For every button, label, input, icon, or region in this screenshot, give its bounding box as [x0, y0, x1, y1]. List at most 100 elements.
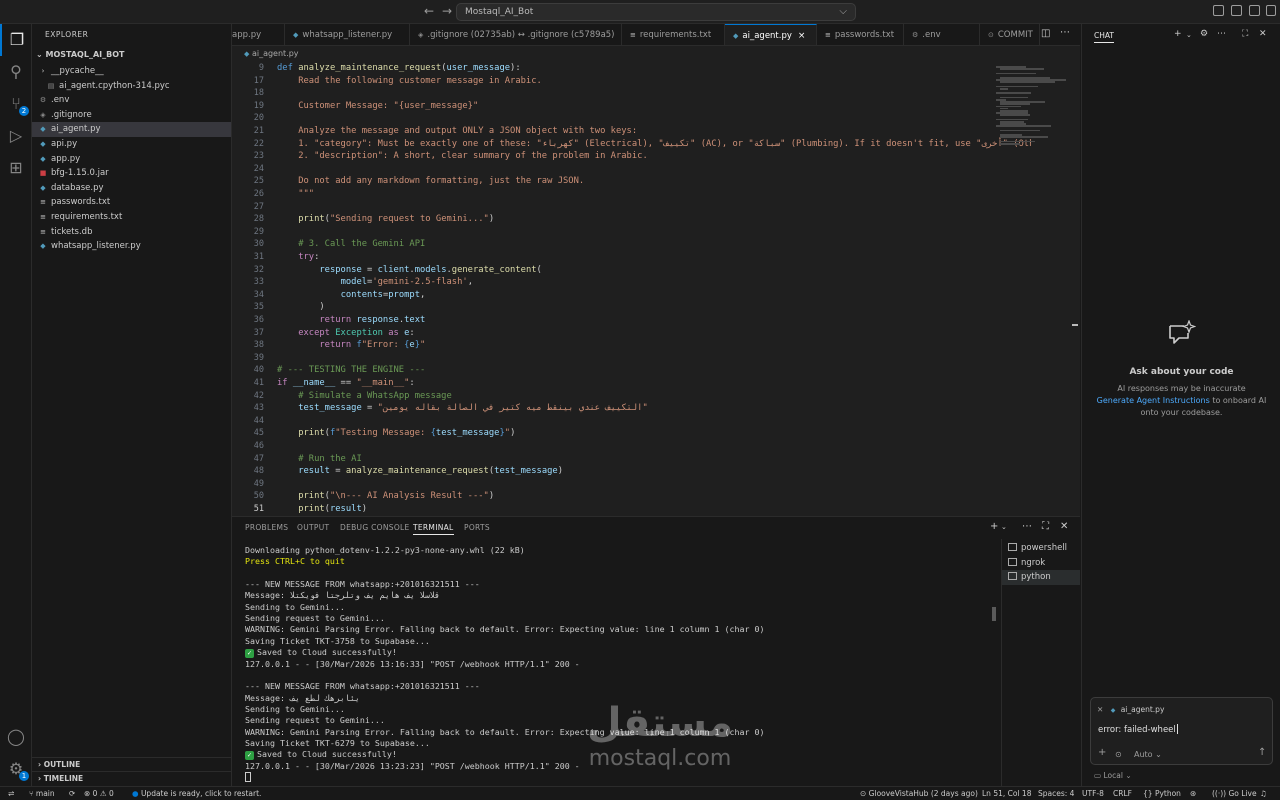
- terminal-dropdown-icon[interactable]: ⌄: [1001, 523, 1007, 531]
- code-line[interactable]: test_message = "التكييف عندي بينقط ميه ك…: [277, 402, 648, 415]
- mode-picker[interactable]: Auto ⌄: [1134, 750, 1162, 759]
- chat-input-box[interactable]: ✕ ◆ ai_agent.py error: failed-wheel + ⊙ …: [1090, 697, 1273, 765]
- toggle-secondary-sidebar-icon[interactable]: [1249, 5, 1260, 16]
- run-debug-icon[interactable]: ▷: [0, 120, 32, 152]
- copilot-icon[interactable]: ⊛: [1190, 789, 1196, 798]
- editor-tab[interactable]: ≡ requirements.txt: [622, 24, 725, 45]
- chat-title[interactable]: CHAT: [1094, 31, 1115, 43]
- code-line[interactable]: 2. "description": A short, clear summary…: [277, 150, 648, 163]
- indentation[interactable]: Spaces: 4: [1038, 789, 1074, 798]
- maximize-chat-icon[interactable]: ⛶: [1242, 29, 1248, 39]
- send-arrow-icon[interactable]: ↑: [1258, 747, 1266, 758]
- code-line[interactable]: contents=prompt,: [277, 289, 426, 302]
- editor-tab[interactable]: app.py: [232, 24, 285, 45]
- code-line[interactable]: Analyze the message and output ONLY a JS…: [277, 125, 637, 138]
- sync-icon[interactable]: ⟳: [69, 789, 75, 798]
- breadcrumb[interactable]: ◆ ai_agent.py: [232, 46, 1080, 62]
- tools-icon[interactable]: ⊙: [1115, 750, 1122, 759]
- code-line[interactable]: """: [277, 188, 314, 201]
- split-editor-icon[interactable]: ◫: [1041, 28, 1050, 39]
- add-context-icon[interactable]: +: [1098, 747, 1106, 758]
- file-item[interactable]: ◆ app.py: [32, 152, 231, 167]
- code-line[interactable]: ): [277, 301, 324, 314]
- close-tab-icon[interactable]: ×: [798, 31, 806, 41]
- notifications-bell-icon[interactable]: ♫: [1260, 789, 1267, 798]
- panel-tab[interactable]: DEBUG CONSOLE: [340, 523, 410, 532]
- code-content[interactable]: def analyze_maintenance_request(user_mes…: [277, 62, 1032, 516]
- extensions-icon[interactable]: ⊞: [0, 152, 32, 184]
- code-line[interactable]: # Run the AI: [277, 453, 362, 466]
- chat-toggle-icon[interactable]: ⌵: [839, 6, 847, 17]
- context-chip[interactable]: ✕ ◆ ai_agent.py: [1097, 704, 1164, 716]
- editor-tab[interactable]: ⊙ COMMIT: [980, 24, 1040, 45]
- code-line[interactable]: 1. "category": Must be exactly one of th…: [277, 138, 1032, 151]
- timeline-section[interactable]: › TIMELINE: [32, 771, 232, 785]
- manage-gear-icon[interactable]: ⚙ 1: [0, 753, 32, 785]
- encoding[interactable]: UTF-8: [1082, 789, 1104, 798]
- project-root[interactable]: ⌄ MOSTAQL_AI_BOT: [32, 46, 231, 64]
- code-line[interactable]: print("Sending request to Gemini..."): [277, 213, 494, 226]
- code-line[interactable]: print("\n--- AI Analysis Result ---"): [277, 490, 494, 503]
- terminal-output[interactable]: Downloading python_dotenv-1.2.2-py3-none…: [245, 545, 990, 787]
- editor-tab[interactable]: ◈ .gitignore (02735ab) ↔ .gitignore (c578…: [410, 24, 622, 45]
- session-location-picker[interactable]: ▭ Local ⌄: [1094, 771, 1132, 780]
- file-item[interactable]: › __pycache__: [32, 64, 231, 79]
- outline-section[interactable]: › OUTLINE: [32, 757, 232, 771]
- panel-tab[interactable]: TERMINAL: [413, 523, 454, 535]
- code-line[interactable]: response = client.models.generate_conten…: [277, 264, 541, 277]
- maximize-panel-icon[interactable]: ⛶: [1042, 521, 1049, 532]
- terminal-scrollbar[interactable]: [992, 607, 996, 621]
- chat-settings-icon[interactable]: ⚙: [1200, 29, 1208, 39]
- code-line[interactable]: if __name__ == "__main__":: [277, 377, 415, 390]
- code-line[interactable]: print(result): [277, 503, 367, 516]
- editor-tab[interactable]: ◆ ai_agent.py ×: [725, 24, 817, 45]
- code-line[interactable]: # --- TESTING THE ENGINE ---: [277, 364, 425, 377]
- file-item[interactable]: ▤ ai_agent.cpython-314.pyc: [32, 79, 231, 94]
- remote-icon[interactable]: ⇌: [8, 789, 14, 798]
- close-chat-icon[interactable]: ✕: [1259, 29, 1267, 39]
- update-notice[interactable]: ● Update is ready, click to restart.: [132, 789, 261, 798]
- language-mode[interactable]: {} Python: [1143, 789, 1181, 798]
- forward-arrow-icon[interactable]: →: [442, 4, 452, 18]
- code-line[interactable]: # 3. Call the Gemini API: [277, 238, 425, 251]
- code-line[interactable]: except Exception as e:: [277, 327, 415, 340]
- file-item[interactable]: ◆ database.py: [32, 181, 231, 196]
- file-item[interactable]: ≡ passwords.txt: [32, 195, 231, 210]
- git-blame[interactable]: ⊙ GlooveVistaHub (2 days ago): [860, 789, 978, 798]
- editor-tab[interactable]: ◆ whatsapp_listener.py: [285, 24, 410, 45]
- code-line[interactable]: result = analyze_maintenance_request(tes…: [277, 465, 563, 478]
- minimap[interactable]: [992, 62, 1072, 516]
- toggle-panel-icon[interactable]: [1231, 5, 1242, 16]
- chat-input-text[interactable]: error: failed-wheel: [1098, 724, 1178, 735]
- code-line[interactable]: return f"Error: {e}": [277, 339, 425, 352]
- terminal-instance[interactable]: python: [1002, 570, 1080, 585]
- code-line[interactable]: Do not add any markdown formatting, just…: [277, 175, 584, 188]
- terminal-instance[interactable]: powershell: [1002, 541, 1080, 556]
- terminal-instance[interactable]: ngrok: [1002, 556, 1080, 571]
- new-terminal-icon[interactable]: +: [990, 521, 998, 532]
- code-line[interactable]: def analyze_maintenance_request(user_mes…: [277, 62, 521, 75]
- editor-tab[interactable]: ≡ passwords.txt: [817, 24, 904, 45]
- toggle-sidebar-icon[interactable]: [1213, 5, 1224, 16]
- generate-instructions-link[interactable]: Generate Agent Instructions: [1097, 396, 1210, 405]
- source-control-icon[interactable]: ⑂ 2: [0, 88, 32, 120]
- code-line[interactable]: Read the following customer message in A…: [277, 75, 542, 88]
- code-editor[interactable]: 9 17 18 19 20 21 22 23 24 25 26 27 28 29 30 31 32 33 34 35 3…: [232, 62, 1080, 516]
- account-icon[interactable]: ◯: [0, 721, 32, 753]
- customize-layout-icon[interactable]: [1266, 5, 1276, 16]
- code-line[interactable]: try:: [277, 251, 319, 264]
- line-ending[interactable]: CRLF: [1113, 789, 1132, 798]
- file-item[interactable]: ◆ api.py: [32, 137, 231, 152]
- explorer-icon[interactable]: ❐: [0, 24, 32, 56]
- code-line[interactable]: model='gemini-2.5-flash',: [277, 276, 473, 289]
- panel-tab[interactable]: OUTPUT: [297, 523, 329, 532]
- close-panel-icon[interactable]: ✕: [1060, 521, 1068, 532]
- panel-more-icon[interactable]: ⋯: [1022, 521, 1032, 532]
- panel-tab[interactable]: PROBLEMS: [245, 523, 288, 532]
- file-item[interactable]: ◆ ai_agent.py: [32, 122, 231, 137]
- file-item[interactable]: ⚙ .env: [32, 93, 231, 108]
- panel-tab[interactable]: PORTS: [464, 523, 490, 532]
- problems-indicator[interactable]: ⊗ 0 ⚠ 0: [84, 789, 114, 798]
- code-line[interactable]: return response.text: [277, 314, 425, 327]
- file-item[interactable]: ≡ tickets.db: [32, 225, 231, 240]
